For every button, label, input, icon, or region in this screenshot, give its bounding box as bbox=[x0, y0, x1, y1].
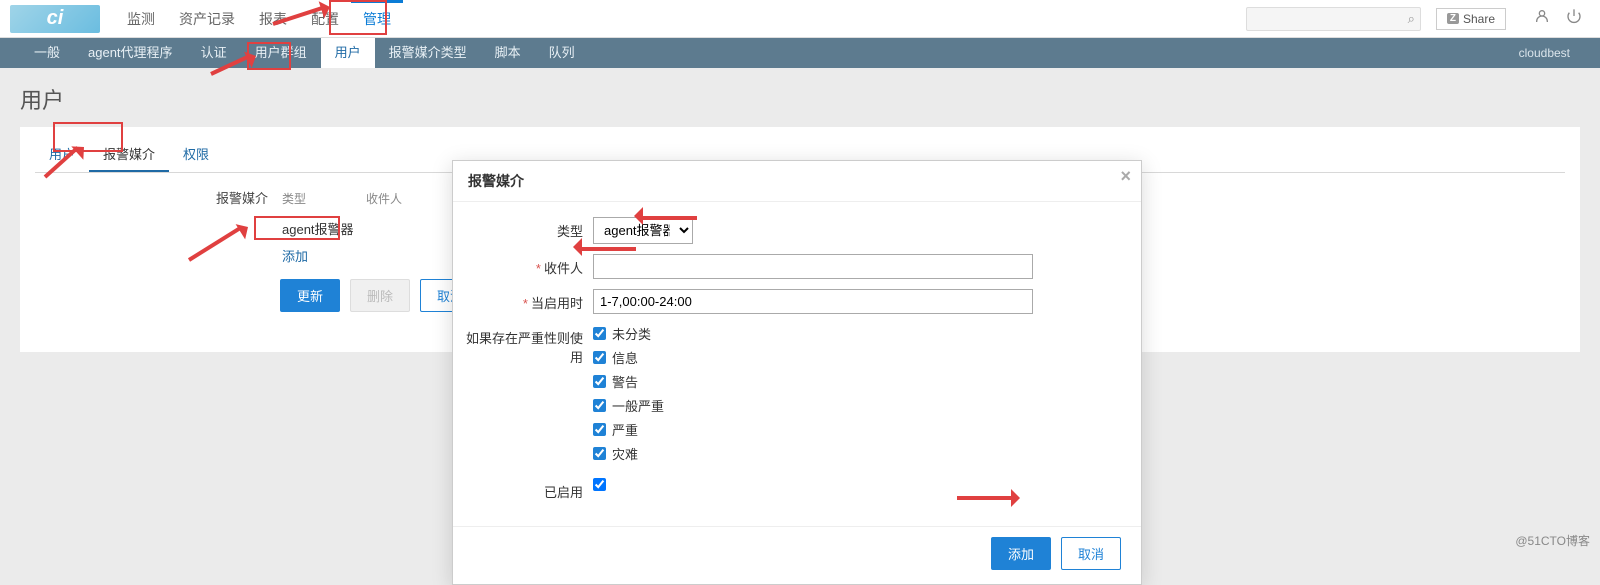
severity-disaster[interactable] bbox=[593, 447, 606, 460]
tab-user[interactable]: 用户 bbox=[35, 137, 89, 172]
delete-button[interactable]: 删除 bbox=[350, 279, 410, 312]
table-row: agent报警器 bbox=[280, 215, 480, 242]
nav-monitor[interactable]: 监测 bbox=[115, 0, 167, 38]
subnav-auth[interactable]: 认证 bbox=[187, 38, 241, 68]
nav-inventory[interactable]: 资产记录 bbox=[167, 0, 247, 38]
subnav-scripts[interactable]: 脚本 bbox=[481, 38, 535, 68]
recipient-input[interactable] bbox=[593, 254, 1033, 279]
nav-admin[interactable]: 管理 bbox=[351, 0, 403, 38]
severity-not-classified[interactable] bbox=[593, 327, 606, 340]
severity-warning[interactable] bbox=[593, 375, 606, 388]
power-icon[interactable] bbox=[1566, 8, 1582, 29]
media-dialog: 报警媒介 × 类型 agent报警器 *收件人 *当启用时 如果存在严重性则使用 bbox=[452, 160, 1142, 585]
dialog-title: 报警媒介 × bbox=[453, 161, 1141, 202]
col-recipient: 收件人 bbox=[366, 190, 402, 207]
user-icon[interactable] bbox=[1534, 8, 1550, 29]
watermark: @51CTO博客 bbox=[1515, 532, 1590, 549]
col-type: 类型 bbox=[282, 190, 306, 207]
top-nav: ci 监测 资产记录 报表 配置 管理 ⌕ Z Share bbox=[0, 0, 1600, 38]
label-active-time: *当启用时 bbox=[463, 289, 593, 312]
add-media-link[interactable]: 添加 bbox=[280, 242, 310, 269]
share-label: Share bbox=[1463, 12, 1495, 26]
share-icon: Z bbox=[1447, 13, 1459, 24]
label-type: 类型 bbox=[463, 217, 593, 240]
subnav-user-groups[interactable]: 用户群组 bbox=[241, 38, 321, 68]
tab-media[interactable]: 报警媒介 bbox=[89, 137, 169, 172]
section-label: 报警媒介 bbox=[35, 188, 280, 312]
tab-permissions[interactable]: 权限 bbox=[169, 137, 223, 172]
update-button[interactable]: 更新 bbox=[280, 279, 340, 312]
logo: ci bbox=[10, 5, 100, 33]
search-icon: ⌕ bbox=[1408, 11, 1415, 27]
nav-reports[interactable]: 报表 bbox=[247, 0, 299, 38]
sub-nav: 一般 agent代理程序 认证 用户群组 用户 报警媒介类型 脚本 队列 clo… bbox=[0, 38, 1600, 68]
close-icon[interactable]: × bbox=[1120, 166, 1131, 187]
nav-config[interactable]: 配置 bbox=[299, 0, 351, 38]
active-time-input[interactable] bbox=[593, 289, 1033, 314]
type-select[interactable]: agent报警器 bbox=[593, 217, 693, 244]
subnav-users[interactable]: 用户 bbox=[321, 38, 375, 68]
subnav-media-types[interactable]: 报警媒介类型 bbox=[375, 38, 481, 68]
label-recipient: *收件人 bbox=[463, 254, 593, 277]
dialog-title-text: 报警媒介 bbox=[468, 173, 524, 189]
subnav-queue[interactable]: 队列 bbox=[535, 38, 589, 68]
subnav-agent[interactable]: agent代理程序 bbox=[74, 38, 187, 68]
page-title: 用户 bbox=[20, 83, 1580, 115]
cell-type: agent报警器 bbox=[282, 222, 354, 237]
severity-average[interactable] bbox=[593, 399, 606, 412]
table-header: 类型 收件人 bbox=[280, 188, 480, 215]
share-button[interactable]: Z Share bbox=[1436, 8, 1506, 30]
current-user-label: cloudbest bbox=[1519, 46, 1580, 60]
severity-information[interactable] bbox=[593, 351, 606, 364]
severity-high[interactable] bbox=[593, 423, 606, 436]
label-severity: 如果存在严重性则使用 bbox=[463, 324, 593, 366]
severity-list: 未分类 信息 警告 一般严重 严重 灾难 bbox=[593, 324, 1101, 468]
label-enabled: 已启用 bbox=[463, 478, 593, 501]
subnav-general[interactable]: 一般 bbox=[20, 38, 74, 68]
enabled-checkbox[interactable] bbox=[593, 478, 606, 491]
search-input[interactable]: ⌕ bbox=[1246, 7, 1421, 31]
